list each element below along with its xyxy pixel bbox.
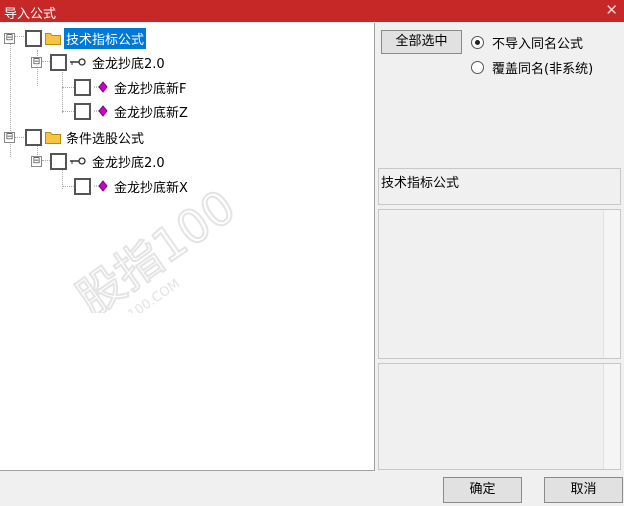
collapse-icon[interactable]: ⊟ <box>31 155 42 167</box>
radio-overwrite[interactable]: 覆盖同名(非系统) <box>471 58 593 77</box>
close-icon[interactable]: ✕ <box>605 1 618 19</box>
formula-params-area[interactable] <box>378 363 621 470</box>
watermark-url-text: GUZHI100.COM <box>91 277 183 313</box>
key-icon <box>70 58 86 66</box>
node-checkbox[interactable] <box>74 177 91 195</box>
folder-icon <box>45 131 61 144</box>
select-all-button[interactable]: 全部选中 <box>381 30 462 54</box>
scrollbar[interactable] <box>603 210 620 358</box>
collapse-icon[interactable]: ⊟ <box>31 56 42 68</box>
node-checkbox[interactable] <box>50 152 67 170</box>
formula-icon <box>94 105 108 117</box>
radio-overwrite-label: 覆盖同名(非系统) <box>492 62 594 77</box>
ok-button[interactable]: 确定 <box>443 477 522 503</box>
folder-icon <box>45 32 61 45</box>
tree-node-tech-indicators[interactable]: ⊟ 技术指标公式 <box>4 27 147 49</box>
formula-name-display: 技术指标公式 <box>378 168 621 205</box>
radio-no-import-circle[interactable] <box>471 36 484 49</box>
radio-no-import-label: 不导入同名公式 <box>492 37 584 52</box>
formula-icon <box>94 180 108 192</box>
node-checkbox[interactable] <box>74 102 91 120</box>
tree-node-formula[interactable]: 金龙抄底新F <box>74 76 188 98</box>
window-title: 导入公式 <box>4 7 57 22</box>
cancel-button[interactable]: 取消 <box>544 477 623 503</box>
node-checkbox[interactable] <box>25 29 42 47</box>
tree-node-formula-group[interactable]: ⊟ 金龙抄底2.0 <box>31 51 167 73</box>
key-icon <box>70 157 86 165</box>
node-checkbox[interactable] <box>25 128 42 146</box>
radio-overwrite-circle[interactable] <box>471 61 484 74</box>
tree-node-formula[interactable]: 金龙抄底新Z <box>74 100 190 122</box>
tree-node-stock-screening[interactable]: ⊟ 条件选股公式 <box>4 126 146 148</box>
tree-node-formula-group[interactable]: ⊟ 金龙抄底2.0 <box>31 150 167 172</box>
formula-tree: 股指100 GUZHI100.COM ⊟ 技术指标公式 ⊟ 金龙抄底2.0 金龙… <box>0 23 375 471</box>
tree-node-label: 金龙抄底新F <box>114 81 187 97</box>
title-bar: 导入公式 ✕ <box>0 0 624 22</box>
tree-node-label: 金龙抄底2.0 <box>92 56 165 72</box>
collapse-icon[interactable]: ⊟ <box>4 32 15 44</box>
watermark-brand-text: 股指100 <box>67 179 245 313</box>
node-checkbox[interactable] <box>74 78 91 96</box>
scrollbar[interactable] <box>603 364 620 469</box>
tree-node-label: 技术指标公式 <box>64 27 147 49</box>
tree-node-label: 条件选股公式 <box>66 131 145 147</box>
tree-node-label: 金龙抄底2.0 <box>92 155 165 171</box>
formula-icon <box>94 81 108 93</box>
tree-node-label: 金龙抄底新Z <box>114 105 188 121</box>
node-checkbox[interactable] <box>50 53 67 71</box>
tree-node-formula[interactable]: 金龙抄底新X <box>74 175 190 197</box>
radio-no-import[interactable]: 不导入同名公式 <box>471 33 583 52</box>
collapse-icon[interactable]: ⊟ <box>4 131 15 143</box>
tree-node-label: 金龙抄底新X <box>114 180 188 196</box>
formula-description-area[interactable] <box>378 209 621 359</box>
